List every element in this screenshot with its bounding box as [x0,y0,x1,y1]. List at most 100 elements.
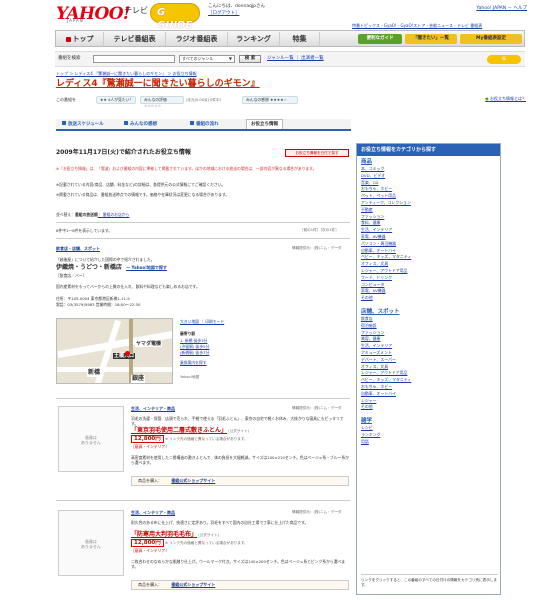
item1-category[interactable]: 飲食店・店舗、スポット [56,246,100,251]
sidebar-category-link[interactable]: 用語 [361,439,411,446]
rating-stars[interactable]: みんなの評価 ☆☆☆☆☆ [140,96,184,108]
sidebar-category-link[interactable]: デパート、スーパー [361,357,411,364]
sidebar-category-link[interactable]: 自動車、オートバイ [361,391,411,398]
sidebar-category-link[interactable]: オフィス、文具 [361,261,411,268]
item1-intro: 「越後屋」について紹介した国際の中で紹介されました。 [56,257,155,262]
item1-map-search-link[interactable]: ～ Yahoo!地図で探す [126,265,167,270]
item1-map-links[interactable]: 大きい地図 ｜ 印刷モード [180,319,224,325]
map-label: 銀座 [131,375,146,383]
sidebar-category-link[interactable]: 音楽、CD [361,180,411,187]
genre-select[interactable]: すべてのジャンル ▼ [179,55,235,63]
sidebar-category-link[interactable]: ペット、ペット用品 [361,193,411,200]
item3-desc: 二枚合わせのなめらかな肌触り仕上げ。ウールマーク付き。サイズは140×200セン… [131,559,346,569]
sidebar-section-heading[interactable]: 雑学 [361,417,411,425]
sidebar-category-link[interactable]: パソコン・周辺機器 [361,241,411,248]
sidebar-category-link[interactable]: ファッション [361,214,411,221]
page-nav[interactable]: ［前の1件］［次の1件］ [300,228,339,232]
sidebar-category-link[interactable]: アミューズメント [361,350,411,357]
sub-links[interactable]: 特番トピックス ‐ GyaO! ‐ GyaO!ストア ‐ 芸能ニュース ‐ テレ… [352,23,482,28]
service-name[interactable]: テレビ [124,6,148,16]
sidebar-section-heading[interactable]: 店舗、スポット [361,308,411,316]
review-stars[interactable]: みんなの感想 ★★★★☆ [242,96,298,104]
program-title[interactable]: レディス4『驚瀬誠一に聞きたい暮らしのギモン』 [56,79,260,90]
sidebar-category-link[interactable]: 生活、インテリア [361,343,411,350]
sidebar-category-link[interactable]: 生活、インテリア [361,227,411,234]
sidebar-category-link[interactable]: 飲食店 [361,316,411,323]
sidebar-category-link[interactable]: その他 [361,404,411,411]
tab-useful-info[interactable]: お役立ち情報 [246,119,283,129]
sidebar-category-link[interactable]: レジャー、アウトドア用品 [361,268,411,275]
top-links[interactable]: Yahoo! JAPAN － ヘルプ [476,6,527,12]
sidebar-category-link[interactable]: 宿泊施設 [361,323,411,330]
logout-link[interactable]: ［ログアウト］ [208,10,265,17]
sidebar-category-link[interactable]: ベビー、キッズ、マタニティ [361,254,411,261]
date-heading: 2009年11月17日(火)で紹介されたお役立ち情報 [56,149,191,156]
gguide-logo[interactable]: G GUIDE [150,3,200,31]
search-by-date-button[interactable]: お役立ち情報を日付で探す [285,149,349,157]
item1-name: 伊織焼・うどつ・新橋店 [56,264,122,271]
sidebar-category-link[interactable]: アンティーク、コレクション [361,200,411,207]
breadcrumb[interactable]: トップ ＞ レディス4 『驚瀬誠一に聞きたい暮らしのギモン』 ＞ お役立ち情報 [56,71,197,76]
item3-no-image: 画像は ありません [58,510,124,576]
divider [56,222,350,223]
tab-tv-listings[interactable]: テレビ番組表 [104,32,166,46]
tab-ranking[interactable]: ランキング [228,32,280,46]
sidebar-category-link[interactable]: レジャー [361,398,411,405]
item2-no-image: 画像は ありません [58,406,124,472]
sidebar-category-link[interactable]: ベビー、キッズ、マタニティ [361,377,411,384]
item3-buy-box: 商品を購入： 番組公式ショップサイト [131,580,349,590]
genre-select-value: すべてのジャンル [182,56,214,61]
search-input[interactable] [93,55,175,63]
about-info-link[interactable]: ● お役立ち情報とは？ [485,96,526,101]
item1-tel: 電話：03(3579)5983 営業時間：18:00〜22:30 [56,302,141,307]
tab-reviews[interactable]: みんなの感想 [124,121,157,128]
want-to-hear-list-button[interactable]: 「聞きたい」一覧 [405,34,457,44]
sidebar-category-link[interactable]: 家電、AV機器 [361,288,411,295]
item1-route-link[interactable]: 乗換案内を探す [180,360,207,366]
gguide-logo-text: G GUIDE [157,7,193,31]
sidebar-category-link[interactable]: DVD、ビデオ [361,173,411,180]
sidebar-category-link[interactable]: おもちゃ、ホビー [361,384,411,391]
sidebar-category-link[interactable]: フード、ドリンク [361,275,411,282]
sidebar-category-link[interactable]: 美容、健康 [361,336,411,343]
sidebar-section-heading[interactable]: 商品 [361,158,411,166]
want-to-see-count[interactable]: ★★ 4人が見たい！ [96,96,136,104]
item2-buy-link[interactable]: 番組公式ショップサイト [171,478,215,483]
sidebar-category-link[interactable]: その他 [361,295,411,302]
item1-desc: 国内産素材をもってバーからの上質の仕入れ、飲料や料理なども楽しめるお店です。 [56,284,200,289]
sidebar-category-link[interactable]: ランキング [361,432,411,439]
sidebar-category-link[interactable]: 家電、AV機器 [361,234,411,241]
item1-genre: ［飲食店／バー］ [56,273,87,278]
sidebar-category-link[interactable]: オフィス、文具 [361,364,411,371]
item2-category[interactable]: 生活、インテリア・商品 [131,406,175,411]
item1-map-credit: Yahoo!地図 [180,375,200,379]
tab-broadcast-schedule[interactable]: 放送スケジュール [62,121,104,128]
notice-2: ※記載されている内容(商品、店舗、料金など)の詳細は、各提供元の公式情報にてご確… [56,182,226,187]
sidebar-category-link[interactable]: ファッション [361,330,411,337]
sidebar-category-link[interactable]: レシピ [361,425,411,432]
sort-by-shop[interactable]: ｜ 番組のお店から [98,212,130,217]
sidebar-category-link[interactable]: レジャー、アウトドア用品 [361,370,411,377]
item3-name[interactable]: 「防寒用大判羽毛毛布」 [131,531,197,538]
useful-guide-button[interactable]: 便利なガイド [358,34,402,44]
tab-radio-listings[interactable]: ラジオ番組表 [166,32,228,46]
item3-category[interactable]: 生活、インテリア・商品 [131,510,175,515]
sidebar-category-link[interactable]: 自動車、オートバイ [361,248,411,255]
tab-top[interactable]: トップ [56,32,104,46]
tab-program-flow[interactable]: 番組の流れ [190,121,219,128]
tab-program-flow-label: 番組の流れ [196,122,219,127]
sidebar-footer: リンクをクリックすると、この番組のすべての日付けの情報をカテゴリ別に表示します。 [361,574,498,588]
tab-special[interactable]: 特集 [280,32,320,46]
item2-name[interactable]: 「東京羽毛使用二層式敷きふとん」 [131,427,227,434]
sidebar-category-link[interactable]: 不動産 [361,207,411,214]
item1-map[interactable]: ヤマダ電機 土橋入口 新橋 銀座 [56,318,173,384]
sidebar-category-link[interactable]: 食料、健康 [361,220,411,227]
my-listings-settings-button[interactable]: My番組表設定 [460,34,522,44]
sidebar-category-link[interactable]: おもちゃ、ホビー [361,186,411,193]
sidebar-category-link[interactable]: 本、コミック [361,166,411,173]
sidebar-category-link[interactable]: コンピュータ [361,282,411,289]
genre-performer-links[interactable]: ジャンル一覧 ｜ 出演者一覧 [267,56,324,62]
item3-buy-link[interactable]: 番組公式ショップサイト [171,582,215,587]
search-button[interactable]: 検 索 [239,55,261,63]
item1-station-3[interactable]: (新橋駅) 徒歩7分 [180,350,209,356]
